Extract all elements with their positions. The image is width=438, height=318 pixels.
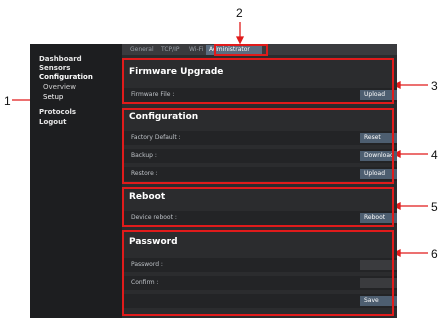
sidebar-item-protocols[interactable]: Protocols <box>39 108 76 117</box>
sidebar: Dashboard Sensors Configuration Overview… <box>30 44 122 318</box>
tab-general[interactable]: General <box>127 45 157 55</box>
highlight-password <box>122 230 394 316</box>
tab-wifi[interactable]: Wi-Fi <box>186 45 206 55</box>
highlight-reboot <box>122 187 394 227</box>
highlight-configuration <box>122 108 394 184</box>
sidebar-item-configuration[interactable]: Configuration <box>39 73 93 82</box>
sidebar-item-overview[interactable]: Overview <box>43 83 76 92</box>
highlight-tab <box>214 44 268 56</box>
sidebar-item-sensors[interactable]: Sensors <box>39 64 70 73</box>
sidebar-item-dashboard[interactable]: Dashboard <box>39 55 82 64</box>
highlight-firmware <box>122 58 394 104</box>
tab-tcpip[interactable]: TCP/IP <box>158 45 183 55</box>
sidebar-item-setup[interactable]: Setup <box>43 93 63 102</box>
sidebar-item-logout[interactable]: Logout <box>39 118 66 127</box>
